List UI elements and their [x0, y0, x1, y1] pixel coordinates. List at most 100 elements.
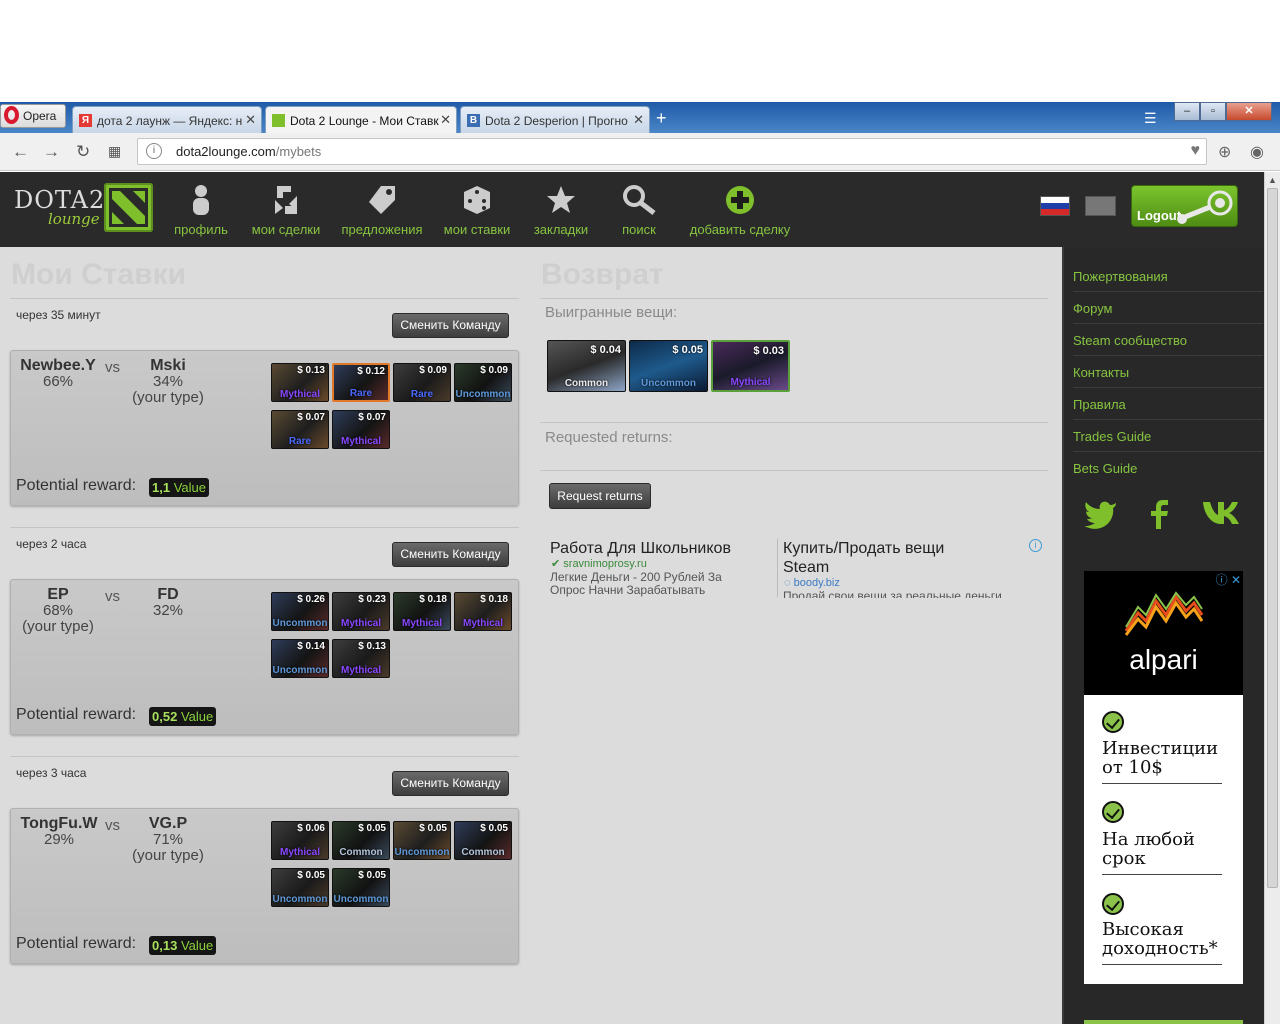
twitter-icon[interactable] — [1084, 499, 1118, 529]
ad-host[interactable]: ✔ sravnimoprosy.ru — [551, 557, 647, 570]
ad-host[interactable]: ◌ boody.biz — [784, 577, 840, 589]
alpari-ad[interactable]: ⓘ ✕ alpari Инвестиции от 10$ На любой ср… — [1084, 571, 1243, 984]
reload-icon[interactable]: ↻ — [76, 142, 90, 162]
bookmark-heart-icon[interactable]: ♥ — [1191, 142, 1201, 160]
request-returns-button[interactable]: Request returns — [549, 483, 651, 509]
team-left[interactable]: TongFu.W 29% — [18, 816, 100, 848]
vs-label: vs — [105, 817, 120, 834]
logo-subtext[interactable]: lounge — [48, 210, 100, 228]
ad-text-clip: Продай свои вещи за реальные деньги — [783, 590, 1033, 598]
russian-flag-icon[interactable] — [1040, 196, 1070, 216]
change-team-button[interactable]: Сменить Команду — [392, 542, 509, 567]
site-info-icon[interactable]: i — [146, 143, 162, 159]
sidebar-item-rules[interactable]: Правила — [1073, 389, 1263, 420]
team-right[interactable]: VG.P 71% (your type) — [128, 816, 208, 864]
tab-dota2lounge[interactable]: Dota 2 Lounge - Мои Ставк ✕ — [265, 106, 457, 133]
bet-item[interactable]: $ 0.05 Uncommon — [393, 821, 451, 860]
nav-bookmarks[interactable]: закладки — [530, 182, 592, 237]
logout-button[interactable]: Logout — [1131, 185, 1238, 227]
bet-item[interactable]: $ 0.23 Mythical — [332, 592, 390, 631]
change-team-button[interactable]: Сменить Команду — [392, 313, 509, 338]
ad-title[interactable]: Купить/Продать вещи — [783, 540, 944, 558]
nav-profile[interactable]: профиль — [172, 182, 230, 237]
team-right[interactable]: Mski 34% (your type) — [128, 358, 208, 406]
bet-item[interactable]: $ 0.09 Rare — [393, 363, 451, 402]
item-price: $ 0.13 — [358, 641, 386, 652]
opera-menu-button[interactable]: Opera — [0, 104, 66, 128]
ad-info-icon[interactable]: i — [1029, 539, 1042, 552]
bet-item[interactable]: $ 0.05 Common — [332, 821, 390, 860]
download-icon[interactable]: ⊕ — [1218, 142, 1231, 162]
close-tab-icon[interactable]: ✕ — [245, 112, 256, 128]
sidebar-item-contacts[interactable]: Контакты — [1073, 357, 1263, 388]
bet-item[interactable]: $ 0.07 Mythical — [332, 410, 390, 449]
sidebar-item-forum[interactable]: Форум — [1073, 293, 1263, 324]
sidebar-item-trades-guide[interactable]: Trades Guide — [1073, 421, 1263, 452]
new-tab-icon[interactable]: + — [656, 108, 667, 129]
won-item[interactable]: $ 0.05 Uncommon — [629, 340, 708, 392]
match-timer: через 35 минут — [16, 308, 101, 322]
close-tab-icon[interactable]: ✕ — [440, 112, 451, 128]
ad-title[interactable]: Работа Для Школьников — [550, 540, 731, 558]
back-icon[interactable]: ← — [12, 142, 29, 162]
facebook-icon[interactable] — [1148, 499, 1172, 529]
page-scrollbar[interactable]: ▲ — [1264, 172, 1280, 1024]
tab-desperion[interactable]: B Dota 2 Desperion | Прогно ✕ — [460, 106, 650, 133]
item-rarity: Mythical — [340, 665, 381, 676]
sidebar-item-bets-guide[interactable]: Bets Guide — [1073, 453, 1263, 484]
ad-title[interactable]: Steam — [783, 559, 829, 577]
change-team-button[interactable]: Сменить Команду — [392, 771, 509, 796]
scroll-thumb[interactable] — [1267, 188, 1278, 888]
team-right[interactable]: FD 32% — [140, 587, 196, 619]
dota-logo-icon[interactable] — [104, 183, 153, 232]
speed-dial-icon[interactable]: ▦ — [108, 143, 121, 160]
bet-item[interactable]: $ 0.06 Mythical — [271, 821, 329, 860]
bet-item[interactable]: $ 0.18 Mythical — [393, 592, 451, 631]
vk-icon[interactable] — [1202, 499, 1248, 527]
english-flag-icon[interactable] — [1085, 196, 1116, 216]
bet-item[interactable]: $ 0.13 Mythical — [332, 639, 390, 678]
close-tab-icon[interactable]: ✕ — [633, 112, 644, 128]
forward-icon[interactable]: → — [43, 142, 60, 162]
tab-menu-icon[interactable]: ☰ — [1144, 110, 1157, 127]
scroll-up-icon[interactable]: ▲ — [1268, 175, 1277, 185]
team-left[interactable]: Newbee.Y 66% — [20, 358, 96, 390]
bet-item[interactable]: $ 0.18 Mythical — [454, 592, 512, 631]
maximize-icon[interactable]: ▫ — [1200, 102, 1226, 121]
search-icon — [616, 182, 662, 218]
bet-item[interactable]: $ 0.09 Uncommon — [454, 363, 512, 402]
url-input[interactable]: i dota2lounge.com/mybets ♥ — [137, 138, 1207, 165]
ad-text: Продай свои вещи за реальные деньги — [783, 590, 1002, 598]
bet-item[interactable]: $ 0.05 Uncommon — [271, 868, 329, 907]
sidebar-item-donations[interactable]: Пожертвования — [1073, 261, 1263, 292]
won-item[interactable]: $ 0.03 Mythical — [711, 340, 790, 392]
nav-search[interactable]: поиск — [616, 182, 662, 237]
team-left[interactable]: EP 68% (your type) — [18, 587, 98, 635]
account-icon[interactable]: ◉ — [1250, 142, 1264, 162]
reward-value: 0,13 Value — [149, 936, 217, 955]
bet-item[interactable]: $ 0.05 Uncommon — [332, 868, 390, 907]
tab-yandex[interactable]: Я дота 2 лаунж — Яндекс: н ✕ — [72, 106, 262, 133]
close-window-icon[interactable]: ✕ — [1226, 102, 1272, 121]
nav-my-trades[interactable]: мои сделки — [248, 182, 324, 237]
next-ad-edge — [1084, 1020, 1243, 1024]
won-item[interactable]: $ 0.04 Common — [547, 340, 626, 392]
item-price: $ 0.06 — [297, 823, 325, 834]
bet-item[interactable]: $ 0.13 Mythical — [271, 363, 329, 402]
bet-item[interactable]: $ 0.26 Uncommon — [271, 592, 329, 631]
minimize-icon[interactable]: – — [1174, 102, 1200, 121]
opera-logo-icon — [4, 106, 19, 124]
bet-item[interactable]: $ 0.12 Rare — [332, 363, 390, 402]
item-rarity: Mythical — [340, 436, 381, 447]
bet-item[interactable]: $ 0.05 Common — [454, 821, 512, 860]
ad-close-icon[interactable]: ⓘ ✕ — [1216, 571, 1241, 588]
sidebar-item-steam-community[interactable]: Steam сообщество — [1073, 325, 1263, 356]
bet-item[interactable]: $ 0.14 Uncommon — [271, 639, 329, 678]
nav-my-bets[interactable]: мои ставки — [440, 182, 514, 237]
sidebar: Пожертвования Форум Steam сообщество Кон… — [1062, 247, 1264, 1024]
vs-label: vs — [105, 359, 120, 376]
item-rarity: Uncommon — [394, 847, 450, 858]
nav-offers[interactable]: предложения — [338, 182, 426, 237]
bet-item[interactable]: $ 0.07 Rare — [271, 410, 329, 449]
nav-add-trade[interactable]: добавить сделку — [684, 182, 796, 237]
